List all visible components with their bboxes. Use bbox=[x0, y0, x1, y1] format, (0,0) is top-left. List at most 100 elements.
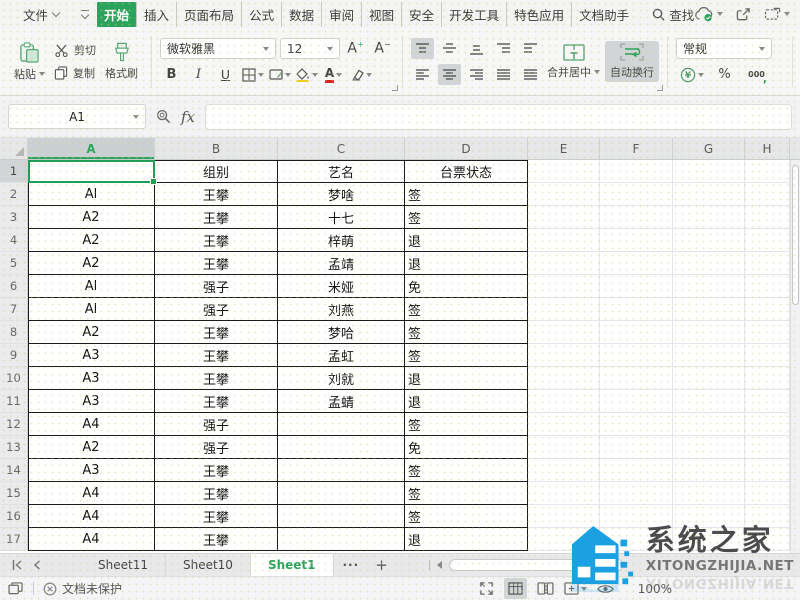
page-break-view-icon[interactable] bbox=[537, 582, 554, 595]
cell-G13[interactable] bbox=[673, 436, 745, 459]
add-sheet-button[interactable]: + bbox=[368, 556, 395, 574]
cell-E12[interactable] bbox=[528, 413, 600, 436]
comma-format-button[interactable]: 000, bbox=[745, 64, 768, 85]
cell-E4[interactable] bbox=[528, 229, 600, 252]
cell-C10[interactable]: 刘就 bbox=[278, 367, 405, 390]
cell-B17[interactable]: 王攀 bbox=[155, 528, 278, 551]
font-name-select[interactable]: 微软雅黑 bbox=[160, 38, 276, 59]
cell-B3[interactable]: 王攀 bbox=[155, 206, 278, 229]
cell-D17[interactable]: 退 bbox=[405, 528, 528, 551]
cell-C13[interactable] bbox=[278, 436, 405, 459]
cell-D15[interactable]: 签 bbox=[405, 482, 528, 505]
cell-H7[interactable] bbox=[745, 298, 790, 321]
cell-C16[interactable] bbox=[278, 505, 405, 528]
cell-E6[interactable] bbox=[528, 275, 600, 298]
select-all-button[interactable] bbox=[0, 138, 28, 159]
underline-button[interactable]: U bbox=[214, 64, 237, 85]
cell-C1[interactable]: 艺名 bbox=[278, 160, 405, 183]
cell-G8[interactable] bbox=[673, 321, 745, 344]
cell-G12[interactable] bbox=[673, 413, 745, 436]
cell-H5[interactable] bbox=[745, 252, 790, 275]
sheet-tab-sheet1[interactable]: Sheet1 bbox=[251, 554, 334, 577]
cell-G10[interactable] bbox=[673, 367, 745, 390]
cell-H13[interactable] bbox=[745, 436, 790, 459]
cell-C11[interactable]: 孟蜻 bbox=[278, 390, 405, 413]
format-painter-button[interactable]: 格式刷 bbox=[100, 40, 143, 83]
row-header-8[interactable]: 8 bbox=[0, 321, 28, 344]
row-header-2[interactable]: 2 bbox=[0, 183, 28, 206]
more-sheets-button[interactable]: ··· bbox=[334, 558, 369, 572]
file-menu[interactable]: 文件 bbox=[19, 5, 63, 24]
column-header-D[interactable]: D bbox=[405, 138, 528, 159]
cell-C6[interactable]: 米娅 bbox=[278, 275, 405, 298]
currency-format-button[interactable]: ¥ bbox=[680, 64, 704, 85]
formula-input[interactable] bbox=[205, 104, 792, 130]
row-header-4[interactable]: 4 bbox=[0, 229, 28, 252]
row-header-12[interactable]: 12 bbox=[0, 413, 28, 436]
cell-E11[interactable] bbox=[528, 390, 600, 413]
cell-H3[interactable] bbox=[745, 206, 790, 229]
vertical-scrollbar-thumb[interactable] bbox=[792, 165, 799, 305]
column-header-B[interactable]: B bbox=[155, 138, 278, 159]
row-header-16[interactable]: 16 bbox=[0, 505, 28, 528]
shrink-font-button[interactable]: A− bbox=[371, 38, 394, 59]
fullscreen-icon[interactable] bbox=[479, 581, 494, 596]
magnifier-icon[interactable] bbox=[156, 109, 171, 124]
cell-G15[interactable] bbox=[673, 482, 745, 505]
row-header-15[interactable]: 15 bbox=[0, 482, 28, 505]
merge-center-button[interactable]: 合并居中 bbox=[542, 42, 605, 82]
font-size-select[interactable]: 12 bbox=[280, 38, 340, 59]
cell-B11[interactable]: 王攀 bbox=[155, 390, 278, 413]
column-header-A[interactable]: A bbox=[28, 138, 155, 159]
row-header-7[interactable]: 7 bbox=[0, 298, 28, 321]
cell-D2[interactable]: 签 bbox=[405, 183, 528, 206]
align-right-button[interactable] bbox=[465, 64, 488, 85]
cell-D12[interactable]: 签 bbox=[405, 413, 528, 436]
cell-E7[interactable] bbox=[528, 298, 600, 321]
normal-view-button[interactable] bbox=[504, 578, 527, 599]
cell-F13[interactable] bbox=[600, 436, 673, 459]
cell-A3[interactable]: A2 bbox=[28, 206, 155, 229]
menu-tab-8[interactable]: 安全 bbox=[401, 2, 441, 27]
valign-bottom-button[interactable] bbox=[465, 38, 488, 59]
cell-F5[interactable] bbox=[600, 252, 673, 275]
menu-tab-2[interactable]: 插入 bbox=[136, 2, 176, 27]
row-header-11[interactable]: 11 bbox=[0, 390, 28, 413]
cell-E14[interactable] bbox=[528, 459, 600, 482]
cell-A12[interactable]: A4 bbox=[28, 413, 155, 436]
cell-D6[interactable]: 免 bbox=[405, 275, 528, 298]
cell-B1[interactable]: 组别 bbox=[155, 160, 278, 183]
cell-H10[interactable] bbox=[745, 367, 790, 390]
cell-B5[interactable]: 王攀 bbox=[155, 252, 278, 275]
cell-E2[interactable] bbox=[528, 183, 600, 206]
cell-C17[interactable] bbox=[278, 528, 405, 551]
bold-button[interactable]: B bbox=[160, 64, 183, 85]
cell-F3[interactable] bbox=[600, 206, 673, 229]
cell-F15[interactable] bbox=[600, 482, 673, 505]
row-header-10[interactable]: 10 bbox=[0, 367, 28, 390]
cell-F12[interactable] bbox=[600, 413, 673, 436]
menu-tab-1[interactable]: 开始 bbox=[97, 2, 136, 27]
menu-tab-5[interactable]: 数据 bbox=[281, 2, 321, 27]
cell-D11[interactable]: 退 bbox=[405, 390, 528, 413]
cell-A10[interactable]: A3 bbox=[28, 367, 155, 390]
distribute-button[interactable] bbox=[519, 64, 542, 85]
cell-F2[interactable] bbox=[600, 183, 673, 206]
cell-B6[interactable]: 强子 bbox=[155, 275, 278, 298]
cell-C2[interactable]: 梦啥 bbox=[278, 183, 405, 206]
cell-G9[interactable] bbox=[673, 344, 745, 367]
cell-H12[interactable] bbox=[745, 413, 790, 436]
menu-tab-11[interactable]: 文档助手 bbox=[571, 2, 636, 27]
cell-B9[interactable]: 王攀 bbox=[155, 344, 278, 367]
grow-font-button[interactable]: A+ bbox=[344, 38, 367, 59]
cell-H15[interactable] bbox=[745, 482, 790, 505]
cell-C7[interactable]: 刘燕 bbox=[278, 298, 405, 321]
cell-D8[interactable]: 签 bbox=[405, 321, 528, 344]
vertical-scrollbar[interactable] bbox=[790, 160, 800, 553]
name-box[interactable]: A1 bbox=[8, 104, 146, 129]
cell-B14[interactable]: 王攀 bbox=[155, 459, 278, 482]
align-center-button[interactable] bbox=[438, 64, 461, 85]
cell-A15[interactable]: A4 bbox=[28, 482, 155, 505]
cell-G6[interactable] bbox=[673, 275, 745, 298]
font-color-button[interactable]: A bbox=[322, 64, 345, 85]
